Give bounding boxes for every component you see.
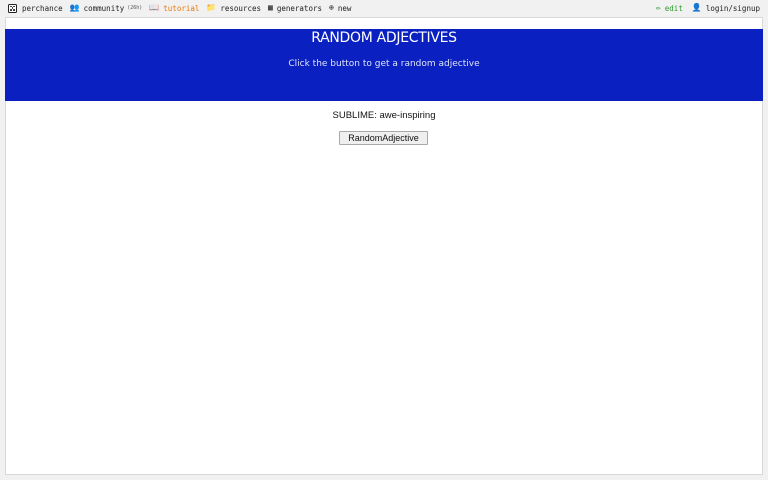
random-adjective-button[interactable]: RandomAdjective bbox=[339, 131, 428, 145]
nav-item-label: new bbox=[337, 3, 352, 13]
nav-left: perchance 👥 community (26h) 📖 tutorial 📁… bbox=[8, 3, 358, 13]
nav-brand-perchance[interactable]: perchance bbox=[8, 3, 63, 13]
page-header: RANDOM ADJECTIVES Click the button to ge… bbox=[5, 29, 763, 101]
nav-item-label: community bbox=[83, 3, 125, 13]
people-icon: 👥 bbox=[69, 3, 80, 12]
edit-label: edit bbox=[664, 3, 683, 13]
nav-item-label: resources bbox=[220, 3, 262, 13]
grid-icon: ▦ bbox=[268, 3, 273, 12]
page-subtitle: Click the button to get a random adjecti… bbox=[288, 59, 480, 69]
nav-item-label: generators bbox=[276, 3, 322, 13]
community-activity-badge: (26h) bbox=[127, 5, 143, 11]
folder-icon: 📁 bbox=[206, 3, 217, 12]
edit-link[interactable]: ✏ edit bbox=[656, 4, 683, 13]
adjective-result: SUBLIME: awe-inspiring bbox=[332, 110, 436, 121]
pencil-icon: ✏ bbox=[655, 3, 661, 12]
nav-right: ✏ edit 👤 login/signup bbox=[656, 4, 760, 13]
plus-circle-icon: ⊕ bbox=[329, 3, 334, 12]
nav-item-new[interactable]: ⊕ new bbox=[329, 4, 351, 13]
user-icon: 👤 bbox=[691, 3, 702, 12]
top-navigation-bar: perchance 👥 community (26h) 📖 tutorial 📁… bbox=[0, 0, 768, 16]
nav-item-resources[interactable]: 📁 resources bbox=[206, 4, 261, 13]
login-label: login/signup bbox=[705, 3, 760, 13]
book-icon: 📖 bbox=[149, 3, 160, 12]
page-title: RANDOM ADJECTIVES bbox=[311, 30, 457, 46]
nav-item-tutorial[interactable]: 📖 tutorial bbox=[149, 4, 199, 13]
dice-icon bbox=[8, 3, 17, 13]
nav-item-label: tutorial bbox=[163, 3, 200, 13]
nav-item-generators[interactable]: ▦ generators bbox=[268, 4, 322, 13]
nav-brand-label: perchance bbox=[22, 3, 63, 13]
login-signup-link[interactable]: 👤 login/signup bbox=[692, 4, 760, 13]
nav-item-community[interactable]: 👥 community (26h) bbox=[70, 4, 143, 13]
